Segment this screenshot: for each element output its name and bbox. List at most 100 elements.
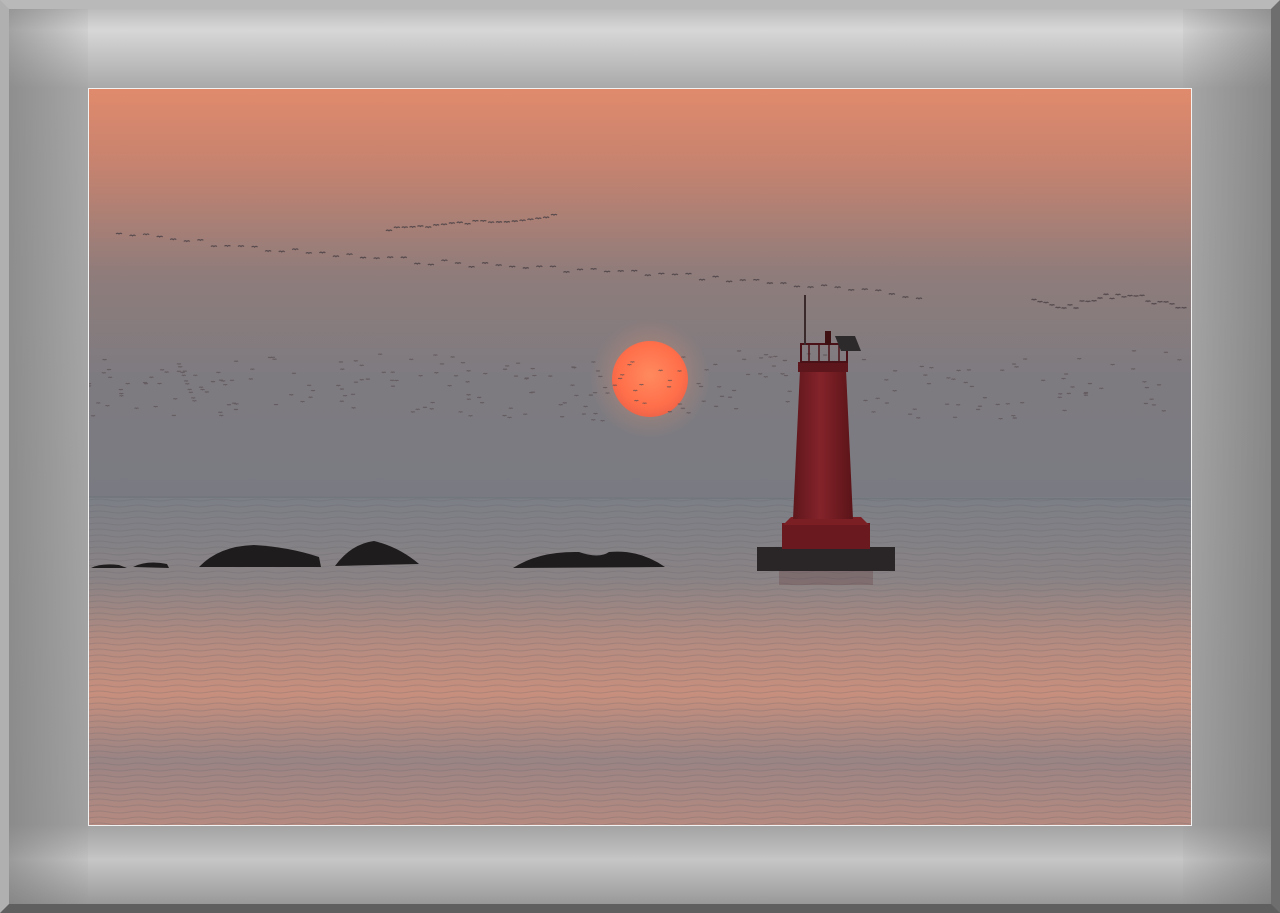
bird-icon xyxy=(1151,302,1157,305)
bird-icon xyxy=(504,365,510,367)
bird-icon xyxy=(200,388,205,391)
bird-icon xyxy=(183,380,189,383)
bird-icon xyxy=(1103,293,1109,296)
bird-icon xyxy=(134,407,139,410)
bird-icon xyxy=(739,279,747,282)
bird-icon xyxy=(273,403,279,406)
bird-icon xyxy=(119,395,124,397)
bird-icon xyxy=(107,376,113,379)
bird-icon xyxy=(998,418,1003,420)
bird-icon xyxy=(741,358,747,361)
bird-icon xyxy=(229,379,235,382)
bird-icon xyxy=(216,371,221,374)
bird-icon xyxy=(558,404,564,406)
bird-icon xyxy=(1011,363,1017,366)
bird-icon xyxy=(571,367,577,369)
bird-icon xyxy=(95,402,101,405)
bird-icon xyxy=(595,370,601,372)
bird-icon xyxy=(390,371,396,374)
bird-icon xyxy=(502,368,508,371)
bird-icon xyxy=(1157,300,1163,303)
photo-canvas xyxy=(89,89,1191,825)
bird-icon xyxy=(719,395,725,398)
bird-icon xyxy=(1145,300,1151,303)
bird-icon xyxy=(875,397,881,400)
bird-icon xyxy=(1177,359,1182,361)
bird-icon xyxy=(926,383,932,385)
bird-icon xyxy=(335,384,341,387)
bird-icon xyxy=(418,375,423,377)
bird-icon xyxy=(915,297,923,300)
bird-icon xyxy=(464,222,471,226)
bird-icon xyxy=(562,402,568,404)
bird-icon xyxy=(550,213,558,216)
bird-icon xyxy=(353,360,359,362)
bird-icon xyxy=(698,385,704,388)
bird-icon xyxy=(1121,296,1127,299)
bird-icon xyxy=(115,232,123,235)
bird-icon xyxy=(1098,387,1104,390)
bird-icon xyxy=(434,372,439,374)
bird-icon xyxy=(583,405,588,408)
bird-icon xyxy=(176,370,182,373)
bird-icon xyxy=(1070,386,1075,389)
bird-icon xyxy=(642,402,647,405)
bird-icon xyxy=(188,391,194,394)
bird-icon xyxy=(952,416,958,419)
bird-icon xyxy=(468,415,473,417)
bird-icon xyxy=(338,361,344,364)
bird-icon xyxy=(183,240,191,243)
bird-icon xyxy=(306,384,312,387)
bird-icon xyxy=(576,268,584,271)
bird-icon xyxy=(1063,373,1069,376)
bird-icon xyxy=(677,403,683,406)
bird-icon xyxy=(456,221,464,224)
bird-icon xyxy=(783,374,789,377)
bird-icon xyxy=(600,419,605,422)
bird-icon xyxy=(359,379,365,381)
bird-icon xyxy=(758,357,764,359)
bird-icon xyxy=(685,272,692,275)
frame-right-shade xyxy=(1183,9,1271,904)
bird-icon xyxy=(999,369,1005,372)
bird-icon xyxy=(725,280,733,283)
bird-icon xyxy=(291,372,297,375)
bird-icon xyxy=(1127,294,1133,297)
bird-icon xyxy=(270,356,276,359)
bird-icon xyxy=(923,374,928,377)
bird-icon xyxy=(888,293,896,296)
bird-icon xyxy=(432,224,440,227)
bird-icon xyxy=(118,392,124,395)
bird-icon xyxy=(291,248,299,251)
bird-icon xyxy=(559,416,565,418)
bird-icon xyxy=(184,383,190,385)
bird-icon xyxy=(187,388,193,391)
bird-icon xyxy=(272,358,277,361)
bird-icon xyxy=(234,403,239,405)
bird-icon xyxy=(534,217,542,220)
bird-icon xyxy=(779,282,787,285)
bird-icon xyxy=(495,264,503,267)
bird-icon xyxy=(929,366,934,369)
bird-icon xyxy=(394,379,399,382)
bird-icon xyxy=(515,362,521,365)
bird-icon xyxy=(1066,392,1072,395)
bird-icon xyxy=(159,369,165,371)
bird-icon xyxy=(1139,294,1145,297)
bird-icon xyxy=(1130,368,1136,370)
bird-icon xyxy=(1057,396,1063,399)
bird-icon xyxy=(780,373,785,375)
bird-icon xyxy=(450,356,456,359)
lighthouse-reflection xyxy=(779,571,873,585)
bird-icon xyxy=(1149,398,1154,401)
bird-icon xyxy=(143,383,149,385)
bird-icon xyxy=(1115,293,1121,296)
bird-icon xyxy=(359,256,367,259)
bird-icon xyxy=(359,364,365,367)
bird-icon xyxy=(793,285,801,288)
bird-icon xyxy=(1169,302,1175,306)
bird-icon xyxy=(495,221,503,224)
bird-icon xyxy=(508,407,514,410)
bird-icon xyxy=(1151,404,1157,406)
bird-icon xyxy=(346,253,353,256)
